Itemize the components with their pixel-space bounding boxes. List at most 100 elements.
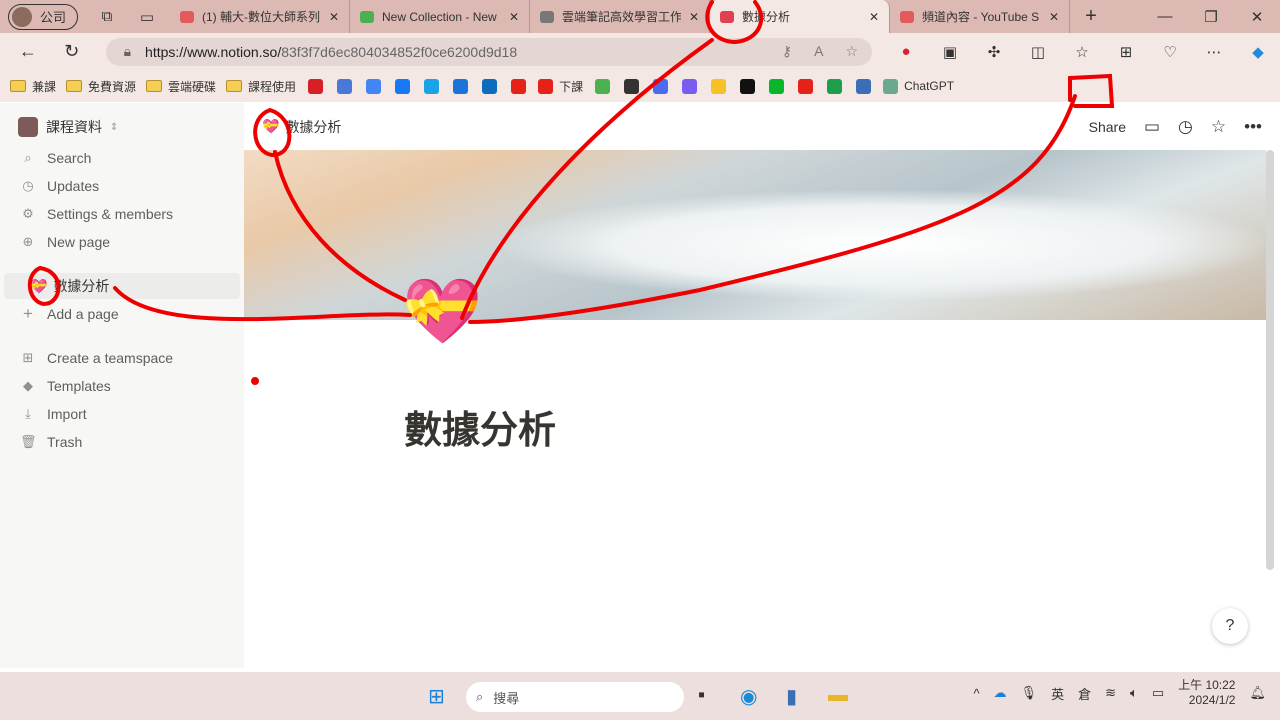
bookmark-folder[interactable]: 免費資源 [66, 78, 136, 95]
battery-icon[interactable]: ▭ [1152, 685, 1164, 701]
back-button[interactable]: ← [6, 41, 50, 62]
favorites-icon[interactable]: ☆ [1060, 43, 1104, 61]
tab-2[interactable]: 雲端筆記高效學習工作 ✕ [530, 0, 710, 33]
page-cover-image[interactable] [244, 150, 1266, 320]
extension-icon[interactable]: ● [884, 43, 928, 61]
edge-icon[interactable]: ◉ [740, 684, 757, 709]
comment-icon[interactable]: ▭ [1144, 117, 1160, 137]
search-placeholder: 搜尋 [493, 690, 520, 706]
close-tab-icon[interactable]: ✕ [869, 10, 879, 24]
wifi-icon[interactable]: ≋ [1105, 685, 1116, 701]
breadcrumb[interactable]: 💝 數據分析 [262, 117, 341, 137]
address-row: ← ↻ 🔒︎ https://www.notion.so/83f3f7d6ec8… [0, 33, 1280, 70]
bookmark-facebook-icon[interactable] [395, 78, 411, 94]
address-bar[interactable]: 🔒︎ https://www.notion.so/83f3f7d6ec80403… [105, 37, 873, 66]
split-screen-icon[interactable]: ◫ [1016, 43, 1060, 61]
favorite-star-icon[interactable]: ☆ [1211, 117, 1226, 137]
task-view-icon[interactable]: ▪ [698, 684, 705, 707]
workspaces-icon[interactable]: ⧉ [92, 8, 122, 25]
bookmark-music-icon[interactable] [424, 78, 440, 94]
volume-icon[interactable]: 🔈︎ [1130, 685, 1138, 701]
file-explorer-icon[interactable]: ▬ [828, 684, 848, 707]
bookmark-u-app-icon[interactable] [453, 78, 469, 94]
refresh-button[interactable]: ↻ [50, 41, 94, 62]
sidebar-item-1[interactable]: ◷ Updates [20, 178, 99, 194]
clock[interactable]: 上午 10:22 2024/1/2 [1178, 678, 1235, 708]
sidebar-item2-1[interactable]: ◆ Templates [20, 378, 111, 394]
collections-icon[interactable]: ⊞ [1104, 43, 1148, 61]
bookmark-folder[interactable]: 課程使用 [226, 78, 296, 95]
heart-gift-icon: 💝 [262, 118, 280, 134]
bookmark-line-icon[interactable] [769, 78, 785, 94]
windows-start-icon[interactable]: ⊞ [428, 684, 445, 709]
bookmark-gmail-icon[interactable] [337, 78, 353, 94]
key-icon[interactable]: ⚷ [782, 43, 792, 60]
history-icon[interactable]: ◷ [1178, 117, 1193, 137]
bookmark-docs-icon[interactable] [624, 78, 640, 94]
taskbar-search[interactable]: ⌕ 搜尋 [466, 682, 684, 712]
close-tab-icon[interactable]: ✕ [1049, 10, 1059, 24]
workspace-switcher[interactable]: 課程資料 ⇕ [18, 117, 118, 137]
copilot-icon[interactable]: ◆ [1236, 43, 1280, 61]
tab-0[interactable]: (1) 輔大-數位大師系列 ✕ [170, 0, 350, 33]
ime-language[interactable]: 英 [1051, 684, 1064, 703]
document-icon [540, 10, 554, 23]
sidebar-item2-0[interactable]: ⊞ Create a teamspace [20, 350, 174, 366]
sidebar-item2-2[interactable]: ⤓ Import [20, 406, 87, 422]
bookmark-keep-icon[interactable] [711, 78, 727, 94]
bookmark-a-app-icon[interactable] [856, 78, 872, 94]
sidebar-item-2[interactable]: ⚙ Settings & members [20, 206, 173, 222]
chevron-up-icon[interactable]: ^ [973, 686, 979, 701]
extensions-puzzle-icon[interactable]: ✣ [972, 43, 1016, 61]
page-title[interactable]: 數據分析 [404, 399, 556, 454]
onedrive-icon[interactable]: ☁ [994, 685, 1007, 701]
bookmark-raindrop-icon[interactable] [595, 78, 611, 94]
sidebar-page-item[interactable]: 💝 數據分析 [4, 273, 240, 299]
app-icon[interactable]: ▮ [786, 684, 797, 709]
bookmark-plus-icon[interactable] [827, 78, 843, 94]
bookmark-youtube-icon[interactable] [798, 78, 814, 94]
bookmark-notion-icon[interactable] [740, 78, 756, 94]
close-tab-icon[interactable]: ✕ [329, 10, 339, 24]
help-button[interactable]: ? [1212, 608, 1248, 644]
bookmark-label: 課程使用 [248, 79, 297, 94]
more-icon[interactable]: ••• [1244, 117, 1262, 137]
sidebar-item-0[interactable]: ⌕ Search [20, 150, 91, 166]
notification-icon[interactable]: 🔔︎ [1249, 685, 1266, 701]
new-tab-button[interactable]: + [1076, 5, 1106, 28]
bookmark-youtube-icon[interactable] [511, 78, 527, 94]
more-icon[interactable]: ⋯ [1192, 43, 1236, 61]
microphone-icon[interactable]: 🎙︎ [1021, 685, 1038, 701]
line-extension-icon[interactable]: ▣ [928, 43, 972, 61]
close-tab-icon[interactable]: ✕ [689, 10, 699, 24]
page-icon-heart-gift[interactable]: 💝 [402, 279, 482, 343]
profile-button[interactable]: 公司 [8, 3, 78, 30]
add-page-button[interactable]: + Add a page [20, 304, 119, 324]
scrollbar[interactable] [1266, 150, 1274, 570]
bookmark-copilot-icon[interactable] [682, 78, 698, 94]
close-window-button[interactable]: ✕ [1234, 8, 1280, 26]
bookmark-calendar-icon[interactable] [366, 78, 382, 94]
bookmark-folder[interactable]: 兼課 [10, 78, 56, 95]
read-aloud-icon[interactable]: A [814, 43, 823, 60]
tab-actions-icon[interactable]: ▭ [132, 8, 162, 26]
browser-essentials-icon[interactable]: ♡ [1148, 43, 1192, 61]
share-button[interactable]: Share [1089, 119, 1126, 135]
sidebar-item2-3[interactable]: 🗑 Trash [20, 434, 82, 450]
bookmark-folder[interactable]: 雲端硬碟 [146, 78, 216, 95]
bookmark-label: 雲端硬碟 [168, 79, 217, 94]
bookmark-chatgpt[interactable]: ChatGPT [883, 78, 954, 94]
bookmark-canva-icon[interactable] [653, 78, 669, 94]
minimize-button[interactable]: — [1142, 8, 1188, 26]
ime-mode[interactable]: 倉 [1078, 684, 1091, 703]
bookmark-xiake[interactable]: 下課 [538, 78, 583, 95]
favorite-star-icon[interactable]: ☆ [845, 43, 858, 60]
sidebar-item-3[interactable]: ⊕ New page [20, 234, 111, 250]
tab-3[interactable]: 數據分析 ✕ [710, 0, 890, 33]
tab-1[interactable]: New Collection - New ✕ [350, 0, 530, 33]
tab-4[interactable]: 頻道內容 - YouTube S ✕ [890, 0, 1070, 33]
bookmark-onedrive-icon[interactable] [482, 78, 498, 94]
close-tab-icon[interactable]: ✕ [509, 10, 519, 24]
bookmark-netflix-icon[interactable] [308, 78, 324, 94]
maximize-button[interactable]: ❐ [1188, 8, 1234, 26]
